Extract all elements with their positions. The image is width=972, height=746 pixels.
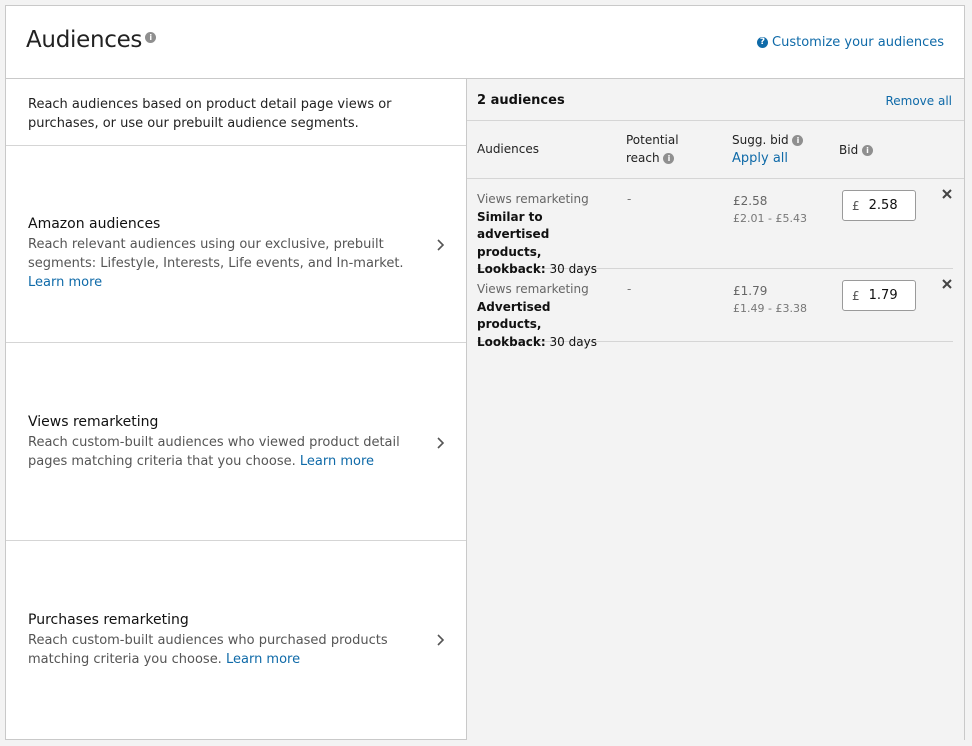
- suggested-bid-range: £1.49 - £3.38: [733, 302, 807, 315]
- bid-input-field[interactable]: £: [842, 190, 916, 221]
- column-potential-reach: Potential reach i: [626, 131, 679, 167]
- option-amazon-audiences[interactable]: Amazon audiences Reach relevant audience…: [6, 146, 466, 343]
- close-icon[interactable]: [941, 188, 953, 200]
- audience-target: Similar to advertised products,: [477, 209, 550, 259]
- learn-more-link[interactable]: Learn more: [300, 454, 374, 469]
- customize-audiences-label: Customize your audiences: [772, 35, 944, 50]
- info-icon[interactable]: i: [145, 32, 157, 43]
- apply-all-button[interactable]: Apply all: [732, 150, 803, 168]
- intro-text: Reach audiences based on product detail …: [6, 79, 466, 146]
- column-sugg-label: Sugg. bid: [732, 133, 789, 147]
- help-icon: ?: [757, 37, 769, 48]
- bid-input[interactable]: [868, 288, 909, 303]
- column-reach-line1: Potential: [626, 133, 679, 147]
- option-desc-text: Reach relevant audiences using our exclu…: [28, 237, 404, 271]
- option-description: Reach custom-built audiences who viewed …: [28, 433, 418, 471]
- selected-audiences-panel: 2 audiences Remove all Audiences Potenti…: [467, 79, 964, 740]
- bid-input[interactable]: [868, 198, 909, 213]
- audience-cell: Views remarketing Advertised products, L…: [477, 281, 617, 351]
- card-header: Audiences i ? Customize your audiences: [6, 6, 964, 79]
- option-name: Amazon audiences: [28, 216, 161, 232]
- lookback-value: 30 days: [549, 334, 597, 349]
- info-icon[interactable]: i: [792, 135, 804, 146]
- suggested-bid-cell: £2.58 £2.01 - £5.43: [733, 193, 807, 227]
- chevron-right-icon: [437, 437, 445, 449]
- currency-symbol: £: [852, 288, 860, 303]
- audience-options-panel: Reach audiences based on product detail …: [6, 79, 467, 740]
- remove-all-button[interactable]: Remove all: [885, 94, 952, 108]
- column-audiences: Audiences: [477, 142, 539, 156]
- audience-type: Views remarketing: [477, 282, 589, 296]
- option-description: Reach custom-built audiences who purchas…: [28, 631, 418, 669]
- potential-reach-value: -: [627, 192, 632, 206]
- table-header: Audiences Potential reach i Sugg. bid i …: [467, 121, 964, 179]
- audience-count: 2 audiences: [477, 93, 565, 108]
- column-suggested-bid: Sugg. bid i Apply all: [732, 131, 804, 168]
- suggested-bid-value: £2.58: [733, 194, 768, 208]
- audiences-card: Audiences i ? Customize your audiences Re…: [5, 5, 965, 740]
- customize-audiences-link[interactable]: ? Customize your audiences: [757, 35, 944, 50]
- info-icon[interactable]: i: [862, 145, 874, 156]
- audience-lookback: Lookback: 30 days: [477, 334, 617, 352]
- currency-symbol: £: [852, 198, 860, 213]
- table-row: Views remarketing Similar to advertised …: [477, 179, 953, 276]
- selected-count-bar: 2 audiences Remove all: [467, 79, 964, 121]
- option-views-remarketing[interactable]: Views remarketing Reach custom-built aud…: [6, 344, 466, 541]
- page-title: Audiences i: [26, 27, 157, 53]
- audience-type: Views remarketing: [477, 192, 589, 206]
- chevron-right-icon: [437, 634, 445, 646]
- option-name: Purchases remarketing: [28, 612, 189, 628]
- table-row: Views remarketing Advertised products, L…: [477, 269, 953, 349]
- suggested-bid-range: £2.01 - £5.43: [733, 212, 807, 225]
- chevron-right-icon: [437, 239, 445, 251]
- close-icon[interactable]: [941, 278, 953, 290]
- potential-reach-value: -: [627, 282, 632, 296]
- audience-target: Advertised products,: [477, 299, 551, 332]
- info-icon[interactable]: i: [663, 153, 675, 164]
- column-bid-label: Bid: [839, 143, 859, 157]
- option-desc-text: Reach custom-built audiences who purchas…: [28, 633, 388, 667]
- suggested-bid-value: £1.79: [733, 284, 768, 298]
- page-title-text: Audiences: [26, 27, 143, 53]
- learn-more-link[interactable]: Learn more: [226, 652, 300, 667]
- learn-more-link[interactable]: Learn more: [28, 275, 102, 290]
- lookback-label: Lookback:: [477, 334, 546, 349]
- column-reach-line2: reach: [626, 151, 660, 165]
- bid-input-field[interactable]: £: [842, 280, 916, 311]
- audience-cell: Views remarketing Similar to advertised …: [477, 191, 617, 279]
- column-bid: Bid i: [839, 141, 874, 159]
- option-name: Views remarketing: [28, 414, 159, 430]
- option-description: Reach relevant audiences using our exclu…: [28, 235, 418, 292]
- option-purchases-remarketing[interactable]: Purchases remarketing Reach custom-built…: [6, 541, 466, 740]
- suggested-bid-cell: £1.79 £1.49 - £3.38: [733, 283, 807, 317]
